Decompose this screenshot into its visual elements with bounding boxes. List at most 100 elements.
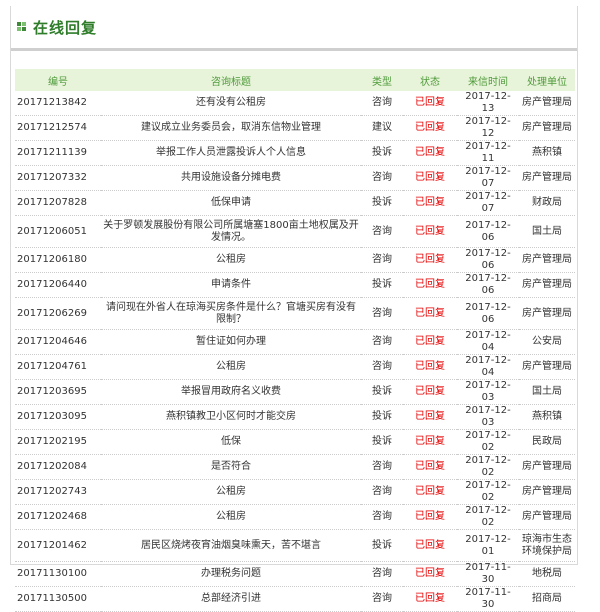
row-type: 咨询 — [361, 329, 403, 355]
row-unit: 房产管理局 — [519, 115, 575, 141]
row-unit: 公安局 — [519, 329, 575, 355]
row-subject-link[interactable]: 举报冒用政府名义收费 — [101, 379, 361, 405]
row-status: 已回复 — [403, 329, 457, 355]
row-date: 2017-12-06 — [457, 297, 519, 330]
row-status: 已回复 — [403, 215, 457, 248]
row-date: 2017-12-01 — [457, 529, 519, 562]
reply-table: 编号 咨询标题 类型 状态 来信时间 处理单位 20171213842 还有没有公… — [15, 69, 575, 612]
row-subject-link[interactable]: 总部经济引进 — [101, 586, 361, 612]
row-status: 已回复 — [403, 297, 457, 330]
row-id: 20171211139 — [15, 140, 101, 166]
row-date: 2017-12-06 — [457, 272, 519, 298]
row-status: 已回复 — [403, 586, 457, 612]
row-subject-link[interactable]: 公租房 — [101, 504, 361, 530]
row-id: 20171207828 — [15, 190, 101, 216]
row-type: 建议 — [361, 115, 403, 141]
row-type: 投诉 — [361, 429, 403, 455]
row-subject-link[interactable]: 建议成立业务委员会，取消东信物业管理 — [101, 115, 361, 141]
table-row[interactable]: 20171202195 低保 投诉 已回复 2017-12-02 民政局 — [15, 429, 575, 455]
table-row[interactable]: 20171213842 还有没有公租房 咨询 已回复 2017-12-13 房产管理局 — [15, 91, 575, 116]
row-unit: 房产管理局 — [519, 479, 575, 505]
row-date: 2017-12-12 — [457, 115, 519, 141]
table-row[interactable]: 20171203695 举报冒用政府名义收费 投诉 已回复 2017-12-03 国土局 — [15, 379, 575, 405]
table-row[interactable]: 20171206051 关于罗顿发展股份有限公司所属塘塞1800亩土地权属及开发情… — [15, 215, 575, 248]
row-unit: 燕积镇 — [519, 404, 575, 430]
table-header-row: 编号 咨询标题 类型 状态 来信时间 处理单位 — [15, 69, 575, 91]
table-row[interactable]: 20171130500 总部经济引进 咨询 已回复 2017-11-30 招商局 — [15, 586, 575, 612]
row-subject-link[interactable]: 申请条件 — [101, 272, 361, 298]
row-type: 咨询 — [361, 586, 403, 612]
row-subject-link[interactable]: 举报工作人员泄露投诉人个人信息 — [101, 140, 361, 166]
row-status: 已回复 — [403, 272, 457, 298]
row-id: 20171206440 — [15, 272, 101, 298]
row-type: 投诉 — [361, 404, 403, 430]
row-status: 已回复 — [403, 379, 457, 405]
row-unit: 房产管理局 — [519, 297, 575, 330]
row-status: 已回复 — [403, 165, 457, 191]
row-status: 已回复 — [403, 91, 457, 116]
row-type: 投诉 — [361, 190, 403, 216]
row-unit: 房产管理局 — [519, 454, 575, 480]
row-id: 20171130500 — [15, 586, 101, 612]
table-row[interactable]: 20171202468 公租房 咨询 已回复 2017-12-02 房产管理局 — [15, 504, 575, 530]
row-unit: 国土局 — [519, 379, 575, 405]
panel-header: 在线回复 — [11, 6, 577, 51]
table-row[interactable]: 20171130100 办理税务问题 咨询 已回复 2017-11-30 地税局 — [15, 561, 575, 587]
column-header-type: 类型 — [361, 69, 403, 91]
table-row[interactable]: 20171212574 建议成立业务委员会，取消东信物业管理 建议 已回复 2017-1… — [15, 115, 575, 141]
row-id: 20171202195 — [15, 429, 101, 455]
table-row[interactable]: 20171207332 共用设施设备分摊电费 咨询 已回复 2017-12-07 房产管理… — [15, 165, 575, 191]
row-id: 20171130100 — [15, 561, 101, 587]
row-date: 2017-12-02 — [457, 429, 519, 455]
table-row[interactable]: 20171206269 请问现在外省人在琼海买房条件是什么？官塘买房有没有限制？咨… — [15, 297, 575, 330]
row-type: 咨询 — [361, 561, 403, 587]
row-unit: 燕积镇 — [519, 140, 575, 166]
table-row[interactable]: 20171204761 公租房 咨询 已回复 2017-12-04 房产管理局 — [15, 354, 575, 380]
row-type: 咨询 — [361, 297, 403, 330]
table-row[interactable]: 20171204646 暂住证如何办理 咨询 已回复 2017-12-04 公安局 — [15, 329, 575, 355]
online-reply-panel: 在线回复 编号 咨询标题 类型 状态 来信时间 处理单位 20171213842… — [10, 6, 578, 612]
row-subject-link[interactable]: 办理税务问题 — [101, 561, 361, 587]
grid-bullet-icon — [17, 22, 27, 32]
row-subject-link[interactable]: 还有没有公租房 — [101, 91, 361, 116]
row-subject-link[interactable]: 暂住证如何办理 — [101, 329, 361, 355]
panel-title: 在线回复 — [33, 19, 98, 37]
row-status: 已回复 — [403, 190, 457, 216]
table-row[interactable]: 20171202743 公租房 咨询 已回复 2017-12-02 房产管理局 — [15, 479, 575, 505]
row-id: 20171202743 — [15, 479, 101, 505]
row-type: 投诉 — [361, 272, 403, 298]
row-subject-link[interactable]: 公租房 — [101, 247, 361, 273]
row-date: 2017-12-06 — [457, 247, 519, 273]
row-subject-link[interactable]: 居民区烧烤夜宵油烟臭味熏天，苦不堪言 — [101, 529, 361, 562]
row-subject-link[interactable]: 公租房 — [101, 479, 361, 505]
table-row[interactable]: 20171206180 公租房 咨询 已回复 2017-12-06 房产管理局 — [15, 247, 575, 273]
row-date: 2017-12-11 — [457, 140, 519, 166]
row-subject-link[interactable]: 请问现在外省人在琼海买房条件是什么？官塘买房有没有限制？ — [101, 297, 361, 330]
row-id: 20171206269 — [15, 297, 101, 330]
row-type: 咨询 — [361, 165, 403, 191]
table-row[interactable]: 20171206440 申请条件 投诉 已回复 2017-12-06 房产管理局 — [15, 272, 575, 298]
row-subject-link[interactable]: 燕积镇教卫小区何时才能交房 — [101, 404, 361, 430]
row-unit: 房产管理局 — [519, 354, 575, 380]
row-subject-link[interactable]: 是否符合 — [101, 454, 361, 480]
row-subject-link[interactable]: 共用设施设备分摊电费 — [101, 165, 361, 191]
column-header-status: 状态 — [403, 69, 457, 91]
row-subject-link[interactable]: 低保 — [101, 429, 361, 455]
row-id: 20171203695 — [15, 379, 101, 405]
row-unit: 招商局 — [519, 586, 575, 612]
row-id: 20171204646 — [15, 329, 101, 355]
row-unit: 房产管理局 — [519, 272, 575, 298]
row-unit: 房产管理局 — [519, 504, 575, 530]
row-id: 20171207332 — [15, 165, 101, 191]
table-row[interactable]: 20171211139 举报工作人员泄露投诉人个人信息 投诉 已回复 2017-12-1… — [15, 140, 575, 166]
table-row[interactable]: 20171203095 燕积镇教卫小区何时才能交房 投诉 已回复 2017-12-03 燕… — [15, 404, 575, 430]
table-row[interactable]: 20171202084 是否符合 咨询 已回复 2017-12-02 房产管理局 — [15, 454, 575, 480]
row-subject-link[interactable]: 低保申请 — [101, 190, 361, 216]
row-subject-link[interactable]: 公租房 — [101, 354, 361, 380]
table-row[interactable]: 20171207828 低保申请 投诉 已回复 2017-12-07 财政局 — [15, 190, 575, 216]
table-row[interactable]: 20171201462 居民区烧烤夜宵油烟臭味熏天，苦不堪言 投诉 已回复 2017-1… — [15, 529, 575, 562]
column-header-id: 编号 — [15, 69, 101, 91]
row-subject-link[interactable]: 关于罗顿发展股份有限公司所属塘塞1800亩土地权属及开发情况。 — [101, 215, 361, 248]
column-header-subject: 咨询标题 — [101, 69, 361, 91]
row-type: 咨询 — [361, 247, 403, 273]
